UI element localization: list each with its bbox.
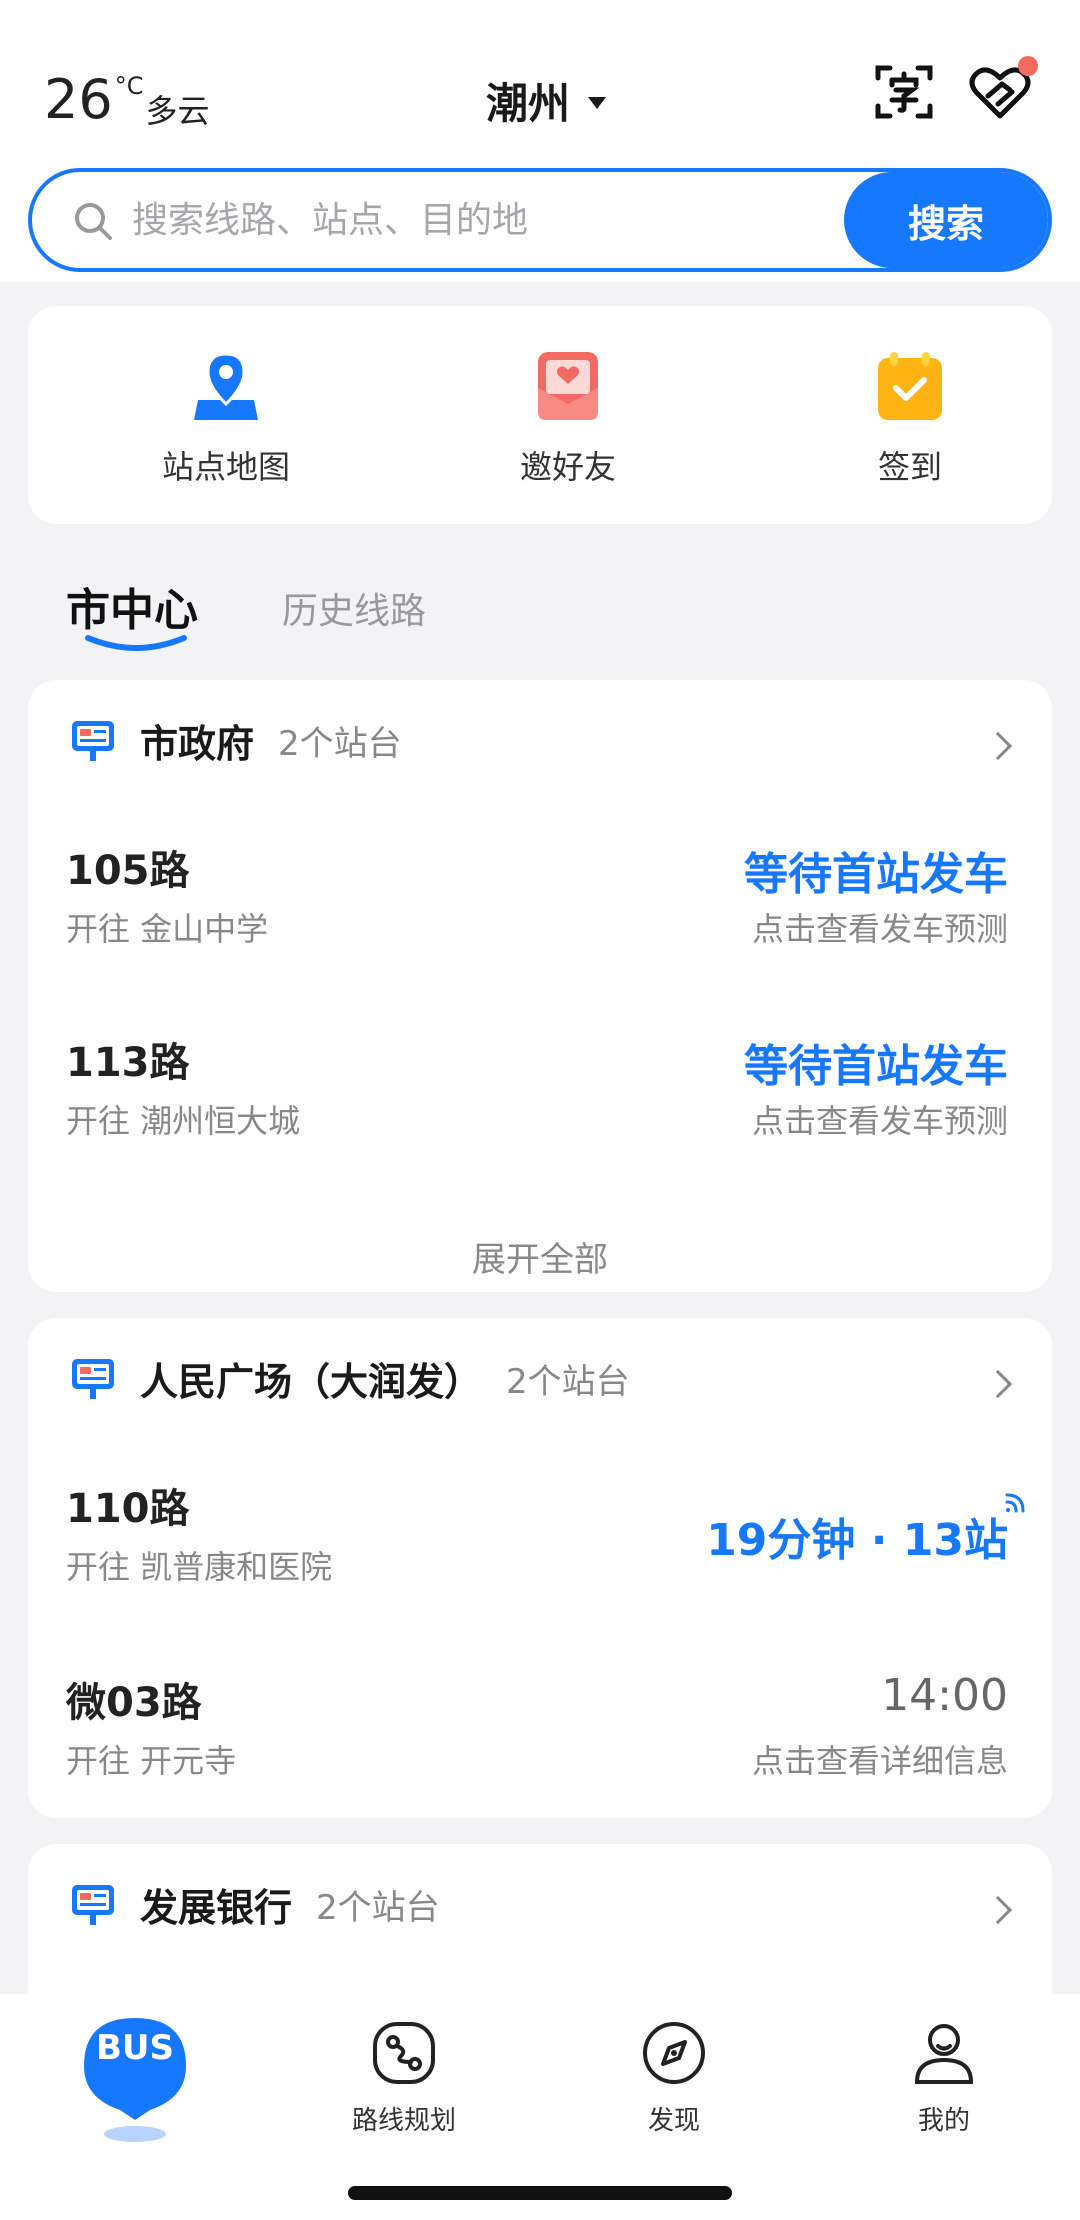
nav-label: 我的 [917, 2106, 970, 2136]
arrival-status: 等待首站发车 [744, 849, 1008, 900]
station-name: 发展银行 [140, 1885, 293, 1930]
expand-all-button[interactable]: 展开全部 [28, 1232, 1052, 1281]
arrival-status: 等待首站发车 [744, 1041, 1008, 1092]
tab-history-routes[interactable]: 历史线路 [282, 582, 426, 634]
route-number: 113路 [66, 1040, 190, 1086]
quick-action-label: 邀好友 [519, 448, 616, 486]
temperature: 26 [44, 68, 113, 131]
invite-envelope-icon [538, 352, 598, 420]
platform-count: 2个站台 [506, 1361, 630, 1402]
route-row[interactable]: 微03路 开往 开元寺 14:00 点击查看详细信息 [66, 1670, 1008, 1790]
station-header[interactable]: 人民广场（大润发） 2个站台 [70, 1348, 630, 1408]
care-heart-icon[interactable] [968, 56, 1038, 124]
caret-down-icon [588, 96, 607, 109]
nav-mine[interactable]: 我的 [854, 2020, 1034, 2137]
city-selector[interactable]: 潮州 [486, 70, 607, 131]
nav-label: 路线规划 [351, 2106, 456, 2136]
bus-stop-icon [72, 1359, 114, 1399]
route-row[interactable]: 110路 开往 凯普康和医院 19分钟 · 13站 [66, 1476, 1025, 1596]
app-header: 26 °C 多云 潮州 搜索 [0, 0, 1080, 282]
nav-route-plan[interactable]: 路线规划 [314, 2020, 494, 2137]
quick-action-label: 站点地图 [161, 448, 290, 486]
quick-action-station-map[interactable]: 站点地图 [116, 348, 336, 488]
search-input[interactable] [132, 172, 772, 268]
compass-icon [643, 2022, 705, 2084]
map-pin-icon [194, 352, 258, 420]
city-name: 潮州 [486, 79, 571, 128]
nav-label: 发现 [647, 2106, 700, 2136]
station-name: 市政府 [140, 721, 255, 766]
route-destination: 开往 凯普康和医院 [66, 1548, 333, 1586]
realtime-eta: 19分钟 · 13站 [706, 1515, 1008, 1566]
bus-stop-icon [72, 1885, 114, 1925]
bus-pin-shadow [104, 2126, 166, 2142]
chevron-right-icon[interactable] [983, 731, 1013, 761]
tab-active-indicator [85, 635, 187, 651]
route-destination: 开往 潮州恒大城 [66, 1102, 301, 1140]
platform-count: 2个站台 [316, 1887, 440, 1928]
platform-count: 2个站台 [278, 723, 402, 764]
bus-stop-icon [72, 721, 114, 761]
nav-discover[interactable]: 发现 [584, 2020, 764, 2137]
search-bar[interactable]: 搜索 [28, 168, 1052, 272]
station-header[interactable]: 发展银行 2个站台 [70, 1874, 440, 1934]
quick-actions: 站点地图 邀好友 签到 [28, 306, 1052, 524]
quick-action-checkin[interactable]: 签到 [800, 348, 1020, 488]
route-destination: 开往 开元寺 [66, 1742, 237, 1780]
search-icon [75, 203, 112, 240]
quick-action-label: 签到 [877, 448, 942, 486]
station-header[interactable]: 市政府 2个站台 [70, 710, 402, 770]
text-scan-icon[interactable] [872, 60, 936, 124]
temperature-unit: °C [114, 72, 144, 100]
realtime-signal-icon [1005, 1493, 1025, 1513]
route-number: 110路 [66, 1486, 190, 1532]
route-row[interactable]: 105路 开往 金山中学 等待首站发车 点击查看发车预测 [66, 838, 1008, 958]
arrival-hint[interactable]: 点击查看详细信息 [752, 1736, 1008, 1782]
search-button[interactable]: 搜索 [844, 172, 1048, 268]
user-icon [914, 2024, 974, 2084]
checkin-calendar-icon [878, 352, 942, 420]
arrival-hint[interactable]: 点击查看发车预测 [752, 1096, 1008, 1142]
quick-action-invite[interactable]: 邀好友 [458, 348, 678, 488]
nav-bus-label: BUS [95, 2028, 174, 2068]
route-number: 微03路 [66, 1680, 202, 1726]
home-indicator [348, 2186, 732, 2200]
tab-city-center[interactable]: 市中心 [66, 574, 198, 638]
weather-widget[interactable]: 26 °C 多云 [44, 68, 210, 132]
chevron-right-icon[interactable] [983, 1369, 1013, 1399]
notification-dot [1018, 56, 1038, 76]
route-plan-icon [373, 2022, 435, 2084]
departure-time: 14:00 [881, 1670, 1008, 1721]
route-number: 105路 [66, 848, 190, 894]
station-card: 市政府 2个站台 105路 开往 金山中学 等待首站发车 点击查看发车预测 11… [28, 680, 1052, 1292]
station-name: 人民广场（大润发） [140, 1359, 483, 1404]
route-destination: 开往 金山中学 [66, 910, 269, 948]
arrival-hint[interactable]: 点击查看发车预测 [752, 904, 1008, 950]
station-card: 人民广场（大润发） 2个站台 110路 开往 凯普康和医院 19分钟 · 13站… [28, 1318, 1052, 1818]
route-row[interactable]: 113路 开往 潮州恒大城 等待首站发车 点击查看发车预测 [66, 1030, 1008, 1150]
chevron-right-icon[interactable] [983, 1895, 1013, 1925]
weather-condition: 多云 [145, 92, 210, 130]
